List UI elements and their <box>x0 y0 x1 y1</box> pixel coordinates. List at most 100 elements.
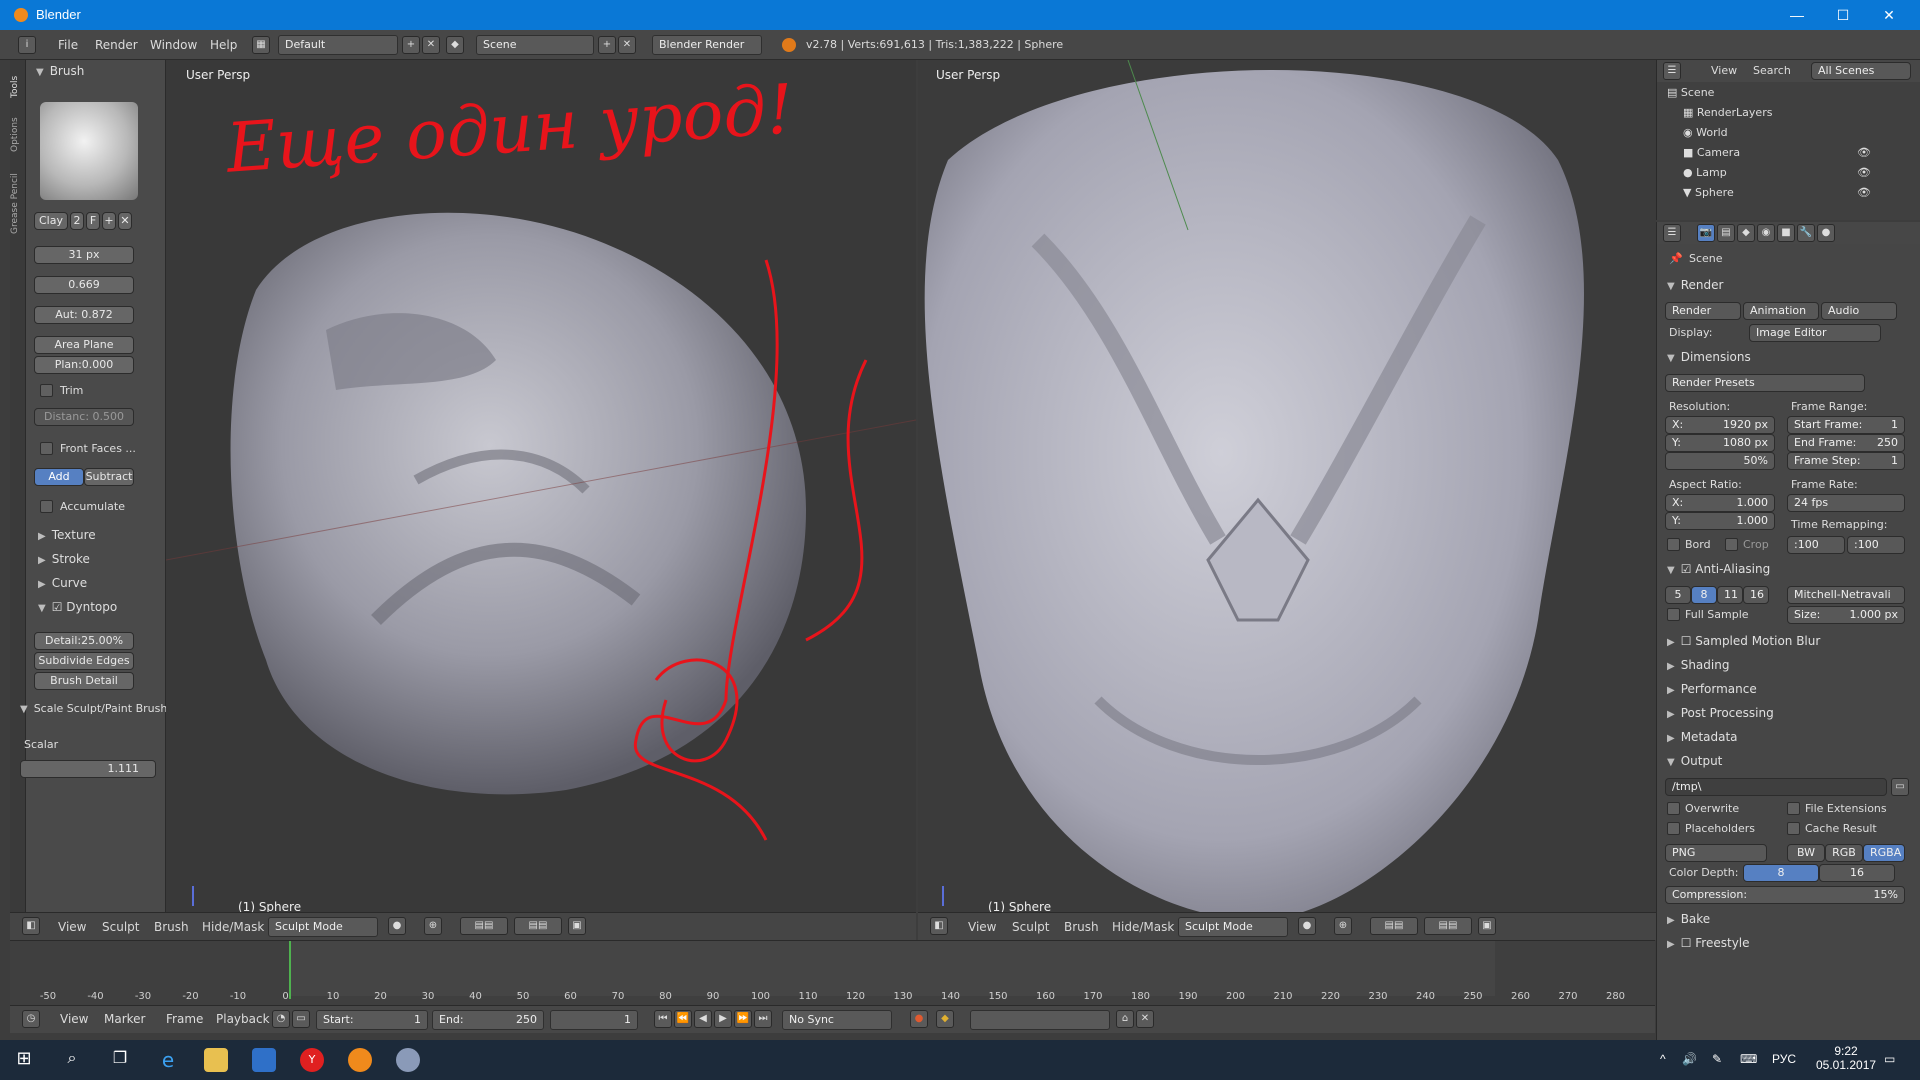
editor-type-icon[interactable]: ☰ <box>1663 224 1681 242</box>
shading-panel-header[interactable]: ▶ Shading <box>1667 658 1729 672</box>
outliner-search-menu[interactable]: Search <box>1753 64 1791 77</box>
material-tab-icon[interactable]: ● <box>1817 224 1835 242</box>
autosmooth-field[interactable]: Aut: 0.872 <box>34 306 134 324</box>
menu-hide-mask[interactable]: Hide/Mask <box>1112 920 1174 934</box>
placeholders-checkbox[interactable] <box>1667 822 1680 835</box>
task-view-icon[interactable]: ❐ <box>108 1048 132 1072</box>
jump-end-icon[interactable]: ⏭ <box>754 1010 772 1028</box>
brush-users-count[interactable]: 2 <box>70 212 84 230</box>
distance-field[interactable]: Distanc: 0.500 <box>34 408 134 426</box>
info-editor-icon[interactable]: i <box>18 36 36 54</box>
language-indicator[interactable]: РУС <box>1772 1052 1796 1066</box>
delete-key-icon[interactable]: ✕ <box>1136 1010 1154 1028</box>
render-panel-header[interactable]: ▼ Render <box>1667 278 1723 292</box>
brush-name-field[interactable]: Clay <box>34 212 68 230</box>
next-key-icon[interactable]: ⏩ <box>734 1010 752 1028</box>
play-icon[interactable]: ▶ <box>714 1010 732 1028</box>
res-y-field[interactable]: Y: 1080 px <box>1665 434 1775 452</box>
aa-filter-select[interactable]: Mitchell-Netravali <box>1787 586 1905 604</box>
modifier-tab-icon[interactable]: 🔧 <box>1797 224 1815 242</box>
texture-panel-header[interactable]: ▶ Texture <box>38 528 96 542</box>
minimize-button[interactable]: — <box>1774 0 1820 30</box>
post-processing-panel-header[interactable]: ▶ Post Processing <box>1667 706 1774 720</box>
layers-tab-icon[interactable]: ▤ <box>1717 224 1735 242</box>
mode-select[interactable]: Sculpt Mode <box>1178 917 1288 937</box>
output-panel-header[interactable]: ▼ Output <box>1667 754 1722 768</box>
motion-blur-checkbox-icon[interactable]: ☐ <box>1681 634 1696 648</box>
start-frame-field[interactable]: Start Frame: 1 <box>1787 416 1905 434</box>
add-button[interactable]: Add <box>34 468 84 486</box>
editor-type-icon[interactable]: ☰ <box>1663 62 1681 80</box>
shading-icon[interactable]: ● <box>388 917 406 935</box>
file-format-select[interactable]: PNG <box>1665 844 1767 862</box>
viewport-left[interactable]: Еще один урод! User Persp (1) Sphere <box>166 60 916 920</box>
end-frame-field[interactable]: End Frame: 250 <box>1787 434 1905 452</box>
outliner-item-sphere[interactable]: ▼ Sphere <box>1683 186 1734 199</box>
store-icon[interactable] <box>252 1048 276 1072</box>
brush-panel-header[interactable]: ▼ Brush <box>36 64 84 78</box>
record-icon[interactable]: ● <box>910 1010 928 1028</box>
menu-render[interactable]: Render <box>95 38 138 52</box>
layers-icon[interactable]: ▤▤ <box>460 917 508 935</box>
sync-select[interactable]: No Sync <box>782 1010 892 1030</box>
tray-chevron-icon[interactable]: ^ <box>1660 1052 1666 1066</box>
frame-step-field[interactable]: Frame Step: 1 <box>1787 452 1905 470</box>
aspect-y-field[interactable]: Y: 1.000 <box>1665 512 1775 530</box>
volume-icon[interactable]: 🔊 <box>1682 1052 1697 1066</box>
app-taskbar-icon[interactable] <box>396 1048 420 1072</box>
file-ext-checkbox[interactable] <box>1787 802 1800 815</box>
mode-select[interactable]: Sculpt Mode <box>268 917 378 937</box>
brush-detail-select[interactable]: Brush Detail <box>34 672 134 690</box>
aa-sample-11[interactable]: 11 <box>1717 586 1743 604</box>
scene-tab-icon[interactable]: ◆ <box>1737 224 1755 242</box>
outliner-item-scene[interactable]: ▤ Scene <box>1667 86 1714 99</box>
crop-checkbox[interactable] <box>1725 538 1738 551</box>
layers-icon[interactable]: ▤▤ <box>514 917 562 935</box>
rgba-button[interactable]: RGBA <box>1863 844 1905 862</box>
menu-help[interactable]: Help <box>210 38 237 52</box>
full-sample-checkbox[interactable] <box>1667 608 1680 621</box>
curve-panel-header[interactable]: ▶ Curve <box>38 576 87 590</box>
overwrite-checkbox[interactable] <box>1667 802 1680 815</box>
menu-view[interactable]: View <box>968 920 996 934</box>
fps-select[interactable]: 24 fps <box>1787 494 1905 512</box>
scene-field[interactable]: Scene <box>476 35 594 55</box>
outliner-item-renderlayers[interactable]: ▦ RenderLayers <box>1683 106 1772 119</box>
display-select[interactable]: Image Editor <box>1749 324 1881 342</box>
subdivide-select[interactable]: Subdivide Edges <box>34 652 134 670</box>
remap-old-field[interactable]: :100 <box>1787 536 1845 554</box>
compression-slider[interactable]: Compression: 15% <box>1665 886 1905 904</box>
aa-sample-5[interactable]: 5 <box>1665 586 1691 604</box>
pivot-icon[interactable]: ⊕ <box>1334 917 1352 935</box>
accumulate-checkbox[interactable] <box>40 500 53 513</box>
notifications-icon[interactable]: ▭ <box>1884 1052 1895 1066</box>
freestyle-checkbox-icon[interactable]: ☐ <box>1681 936 1696 950</box>
menu-hide-mask[interactable]: Hide/Mask <box>202 920 264 934</box>
operator-panel-header[interactable]: ▼ Scale Sculpt/Paint Brush <box>20 702 166 715</box>
object-tab-icon[interactable]: ■ <box>1777 224 1795 242</box>
outliner-item-lamp[interactable]: ● Lamp <box>1683 166 1727 179</box>
maximize-button[interactable]: ☐ <box>1820 0 1866 30</box>
blender-taskbar-icon[interactable] <box>348 1048 372 1072</box>
editor-type-icon[interactable]: ◧ <box>930 917 948 935</box>
aa-sample-8[interactable]: 8 <box>1691 586 1717 604</box>
render-presets-select[interactable]: Render Presets <box>1665 374 1865 392</box>
add-layout-icon[interactable]: + <box>402 36 420 54</box>
strength-field[interactable]: 0.669 <box>34 276 134 294</box>
pivot-icon[interactable]: ⊕ <box>424 917 442 935</box>
context-pin-icon[interactable]: 📌 <box>1669 252 1683 265</box>
front-faces-checkbox[interactable] <box>40 442 53 455</box>
shading-icon[interactable]: ● <box>1298 917 1316 935</box>
menu-brush[interactable]: Brush <box>1064 920 1099 934</box>
cache-checkbox[interactable] <box>1787 822 1800 835</box>
close-button[interactable]: ✕ <box>1866 0 1912 30</box>
aspect-x-field[interactable]: X: 1.000 <box>1665 494 1775 512</box>
add-scene-icon[interactable]: + <box>598 36 616 54</box>
render-icon[interactable]: ▣ <box>568 917 586 935</box>
menu-file[interactable]: File <box>58 38 78 52</box>
visibility-eye-icon[interactable]: 👁 <box>1857 186 1871 199</box>
scalar-field[interactable]: 1.111 <box>20 760 156 778</box>
remove-brush-icon[interactable]: ✕ <box>118 212 132 230</box>
tab-grease-pencil[interactable]: Grease Pencil <box>10 164 26 244</box>
outliner-item-world[interactable]: ◉ World <box>1683 126 1728 139</box>
